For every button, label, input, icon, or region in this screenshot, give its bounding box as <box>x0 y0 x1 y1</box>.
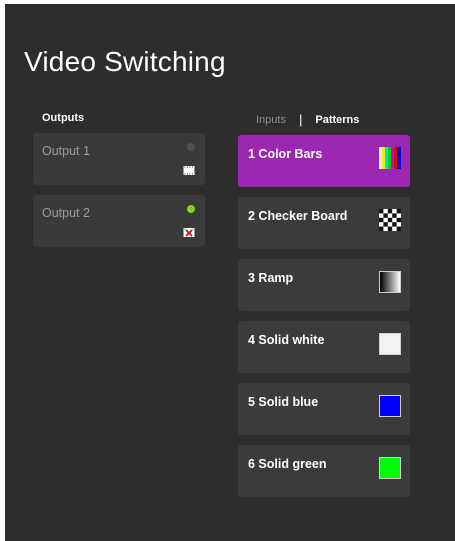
tab-inputs[interactable]: Inputs <box>256 114 286 126</box>
output-label: Output 1 <box>42 144 90 158</box>
source-tabs: Inputs | Patterns <box>256 112 359 127</box>
pattern-card-solid-blue[interactable]: 5 Solid blue <box>238 383 410 435</box>
pattern-card-solid-white[interactable]: 4 Solid white <box>238 321 410 373</box>
pattern-label: 5 Solid blue <box>248 395 319 409</box>
pattern-label: 2 Checker Board <box>248 209 348 223</box>
pattern-card-checker-board[interactable]: 2 Checker Board <box>238 197 410 249</box>
checker-swatch <box>379 209 401 231</box>
solid-white-swatch <box>379 333 401 355</box>
outputs-heading: Outputs <box>42 112 85 124</box>
pattern-label: 4 Solid white <box>248 333 325 347</box>
pattern-card-ramp[interactable]: 3 Ramp <box>238 259 410 311</box>
pattern-label: 1 Color Bars <box>248 147 323 161</box>
solid-green-swatch <box>379 457 401 479</box>
ramp-swatch <box>379 271 401 293</box>
mute-x-icon <box>183 228 195 237</box>
status-indicator <box>187 205 195 213</box>
video-switching-panel: Video Switching Outputs Inputs | Pattern… <box>5 4 455 541</box>
pattern-label: 6 Solid green <box>248 457 327 471</box>
pattern-card-solid-green[interactable]: 6 Solid green <box>238 445 410 497</box>
pattern-label: 3 Ramp <box>248 271 294 285</box>
output-card-1[interactable]: Output 1 <box>33 133 205 185</box>
color-bars-swatch <box>379 147 401 169</box>
page-title: Video Switching <box>24 46 226 77</box>
pattern-card-color-bars[interactable]: 1 Color Bars <box>238 135 410 187</box>
output-card-2[interactable]: Output 2 <box>33 195 205 247</box>
solid-blue-swatch <box>379 395 401 417</box>
status-indicator <box>187 143 195 151</box>
video-frame-icon <box>183 166 195 175</box>
tab-separator: | <box>298 112 303 127</box>
tab-patterns[interactable]: Patterns <box>315 114 359 126</box>
output-label: Output 2 <box>42 206 90 220</box>
